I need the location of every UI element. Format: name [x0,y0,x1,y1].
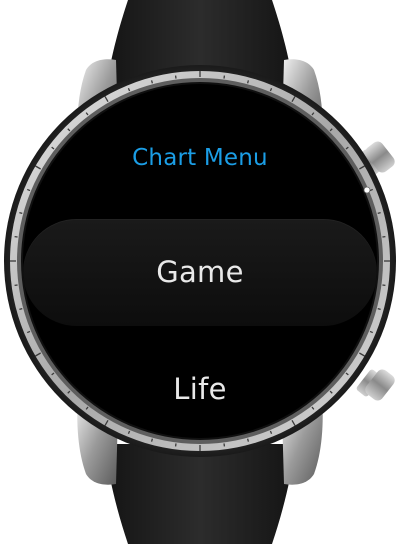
bezel-tick [246,438,250,442]
bezel-tick [150,80,154,84]
bezel-tick [377,211,381,215]
bezel-tick [377,307,381,311]
watch-screen: Chart Menu Game Life [23,84,377,438]
menu-item-life[interactable]: Life [23,364,377,414]
bezel-tick [150,438,154,442]
menu-item-label: Game [156,255,244,289]
menu-title: Chart Menu [132,145,268,171]
bezel-tick [246,80,250,84]
watch-strap-bottom [104,444,296,544]
watch-emulator: Chart Menu Game Life [0,0,400,544]
menu-item-game[interactable]: Game [23,219,377,326]
bezel-tick [19,211,23,215]
bezel-tick [19,307,23,311]
menu-item-label: Life [173,372,227,406]
